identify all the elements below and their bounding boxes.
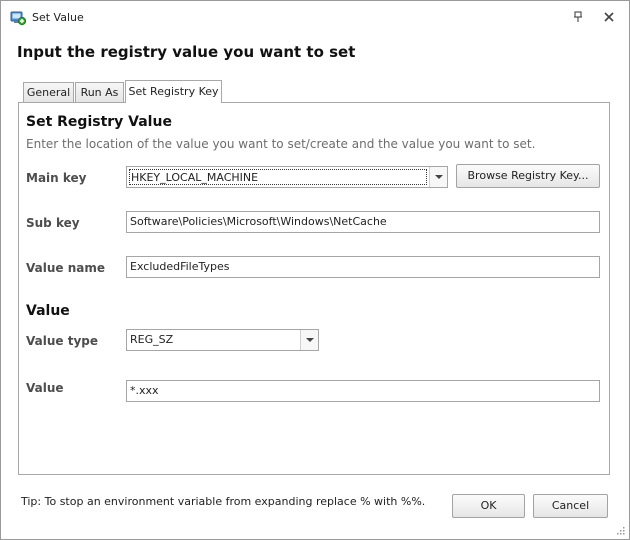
value-input[interactable]: *.xxx [126, 380, 600, 402]
close-icon[interactable] [601, 9, 617, 25]
set-value-dialog: Set Value Input the registry value you w… [0, 0, 630, 540]
ok-button[interactable]: OK [452, 494, 525, 518]
main-key-label: Main key [26, 171, 87, 185]
tab-general[interactable]: General [23, 82, 74, 103]
page-title: Input the registry value you want to set [17, 43, 356, 61]
section-title-registry: Set Registry Value [26, 114, 172, 130]
value-type-dropdown[interactable]: REG_SZ [126, 329, 319, 351]
registry-tab-panel: Set Registry Value Enter the location of… [18, 102, 610, 475]
section-description: Enter the location of the value you want… [26, 137, 536, 151]
tab-set-registry-key[interactable]: Set Registry Key [125, 80, 222, 103]
value-type-label: Value type [26, 334, 98, 348]
value-name-label: Value name [26, 261, 105, 275]
value-type-value: REG_SZ [130, 333, 174, 346]
tip-text: Tip: To stop an environment variable fro… [21, 495, 426, 508]
main-key-value: HKEY_LOCAL_MACHINE [129, 169, 427, 185]
tab-run-as[interactable]: Run As [75, 82, 124, 103]
section-title-value: Value [26, 303, 70, 319]
registry-app-icon [10, 11, 26, 26]
browse-registry-key-button[interactable]: Browse Registry Key... [456, 164, 600, 188]
main-key-dropdown[interactable]: HKEY_LOCAL_MACHINE [126, 166, 448, 188]
value-name-input[interactable]: ExcludedFileTypes [126, 256, 600, 278]
cancel-button[interactable]: Cancel [533, 494, 608, 518]
title-bar[interactable]: Set Value [1, 1, 629, 33]
pin-icon[interactable] [570, 9, 586, 25]
window-title: Set Value [32, 11, 84, 24]
chevron-down-icon[interactable] [300, 330, 318, 350]
sub-key-input[interactable]: Software\Policies\Microsoft\Windows\NetC… [126, 211, 600, 233]
resize-grip-icon[interactable] [615, 525, 625, 535]
chevron-down-icon[interactable] [429, 167, 447, 187]
sub-key-label: Sub key [26, 216, 80, 230]
value-label: Value [26, 381, 64, 395]
